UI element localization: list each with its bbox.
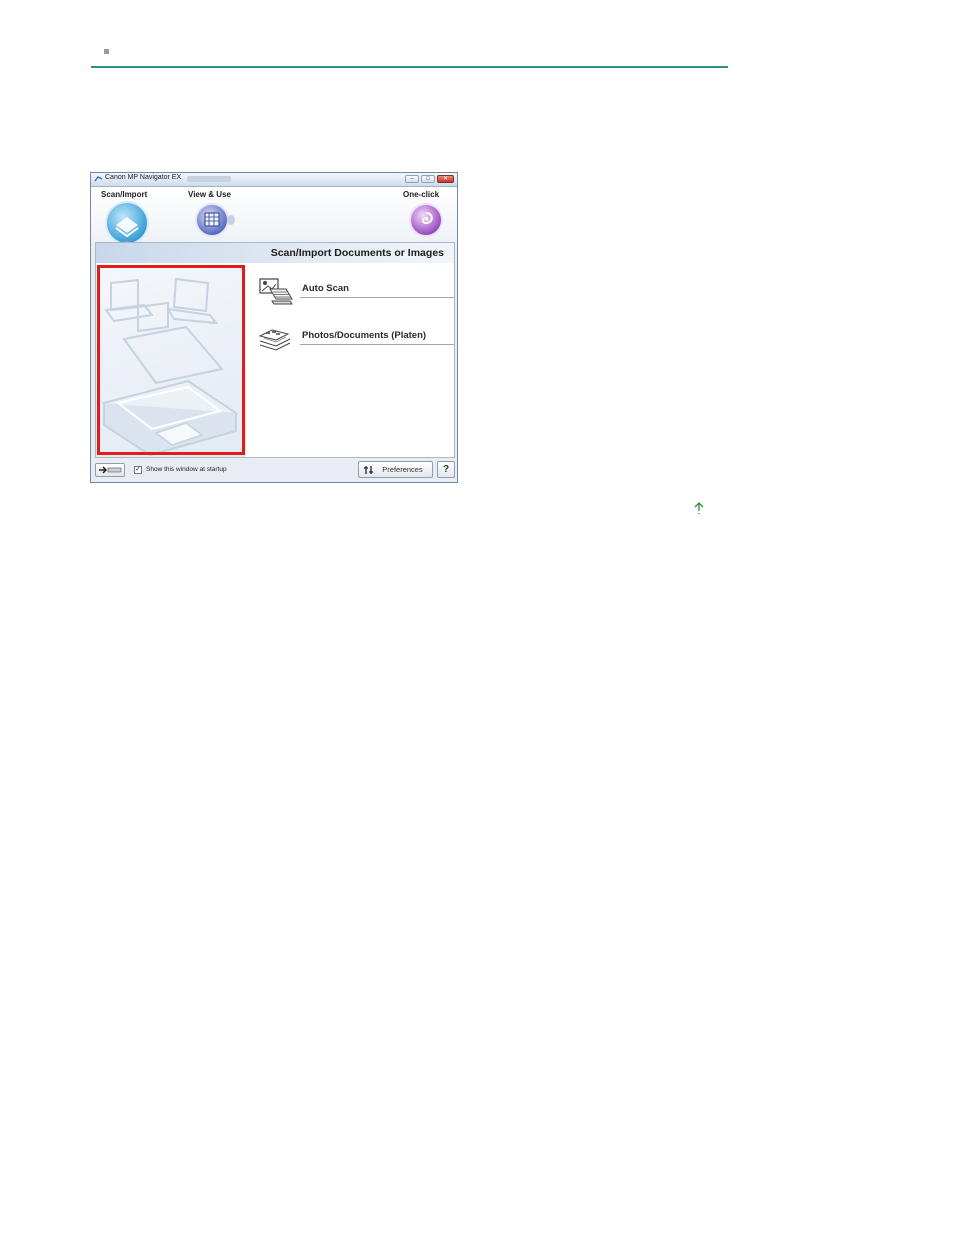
panel-header: Scan/Import Documents or Images: [96, 243, 454, 263]
tab-one-click-label[interactable]: One-click: [403, 190, 439, 199]
menu-divider: [300, 297, 454, 298]
platen-icon: [258, 329, 291, 351]
app-icon: [94, 176, 103, 182]
preferences-icon: [364, 466, 373, 474]
grid-icon[interactable]: [195, 203, 229, 237]
help-button[interactable]: ?: [437, 461, 455, 478]
minimize-button[interactable]: –: [405, 175, 419, 183]
panel-title: Scan/Import Documents or Images: [270, 247, 444, 259]
arrow-right-icon: [99, 466, 122, 474]
section-rule: [91, 66, 728, 68]
preferences-label: Preferences: [382, 465, 423, 474]
page-top-arrow-icon[interactable]: [692, 501, 706, 517]
highlight-frame: [97, 265, 245, 455]
blurred-title-text: [187, 176, 231, 182]
view-use-pointer-icon: [227, 215, 235, 225]
menu-item-auto-scan[interactable]: Auto Scan: [258, 277, 454, 305]
bottom-bar: ✓ Show this window at startup Preference…: [91, 458, 457, 482]
app-window-screenshot: Canon MP Navigator EX – □ ✕ Scan/Import …: [90, 172, 458, 483]
title-bar: Canon MP Navigator EX – □ ✕: [91, 173, 457, 187]
tab-scan-import-label[interactable]: Scan/Import: [101, 190, 147, 199]
tab-view-use-label[interactable]: View & Use: [188, 190, 231, 199]
swirl-icon[interactable]: [409, 203, 443, 237]
show-at-startup-checkbox[interactable]: ✓: [134, 466, 142, 474]
section-bullet: [104, 49, 109, 54]
window-title: Canon MP Navigator EX: [105, 174, 182, 181]
photos-documents-platen-label: Photos/Documents (Platen): [302, 330, 427, 341]
menu-item-photos-documents-platen[interactable]: Photos/Documents (Platen): [258, 324, 454, 351]
show-at-startup-label: Show this window at startup: [146, 466, 227, 473]
collapse-button[interactable]: [95, 463, 125, 477]
tab-area: Scan/Import View & Use One-click: [91, 187, 457, 255]
maximize-button[interactable]: □: [421, 175, 435, 183]
menu-divider: [300, 344, 454, 345]
auto-scan-icon: [259, 278, 293, 305]
content-panel: Scan/Import Documents or Images Auto Sca…: [95, 242, 455, 458]
scanner-icon[interactable]: [105, 201, 149, 245]
auto-scan-label: Auto Scan: [302, 283, 349, 294]
close-button[interactable]: ✕: [437, 175, 454, 183]
preferences-button[interactable]: Preferences: [358, 461, 433, 478]
